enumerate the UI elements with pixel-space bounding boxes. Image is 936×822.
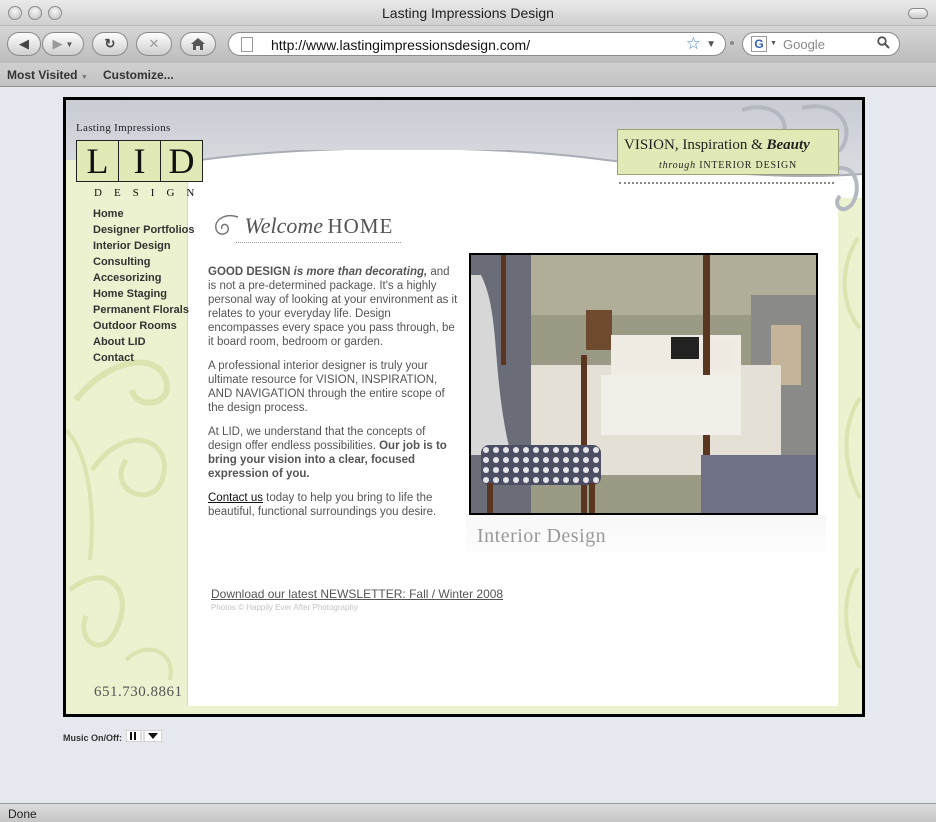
bedroom-image (471, 255, 816, 513)
flourish-ornament (66, 359, 173, 681)
window-title: Lasting Impressions Design (382, 5, 554, 21)
logo-design-word: DESIGN (94, 187, 207, 199)
tagline-box: VISION, Inspiration & Beauty through INT… (617, 129, 839, 175)
nav-about-lid[interactable]: About LID (93, 334, 194, 350)
logo-letter-i: I (118, 140, 161, 182)
tagline-sub: through INTERIOR DESIGN (658, 160, 798, 171)
back-button[interactable]: ◀ (7, 32, 41, 56)
reload-icon: ↻ (104, 36, 116, 51)
back-arrow-icon: ◀ (19, 36, 29, 51)
status-text: Done (8, 807, 37, 821)
page-icon (241, 37, 253, 52)
paragraph-professional: A professional interior designer is trul… (208, 360, 445, 414)
google-engine-icon[interactable]: G (751, 36, 767, 52)
logo-letter-d: D (160, 140, 203, 182)
bookmark-star-icon[interactable]: ☆ (686, 34, 701, 54)
nav-consulting[interactable]: Consulting (93, 254, 194, 270)
pause-icon[interactable] (130, 732, 132, 740)
nav-contact[interactable]: Contact (93, 350, 194, 366)
welcome-heading: Welcome HOME (210, 213, 393, 239)
bottom-border-decor (66, 706, 862, 714)
site-frame: Lasting Impressions L I D DESIGN Home De… (63, 97, 865, 717)
tagline-main: VISION, Inspiration & Beauty (624, 137, 810, 153)
nav-home[interactable]: Home (93, 206, 194, 222)
search-icon[interactable] (877, 36, 890, 52)
tagline-dots (619, 182, 834, 184)
home-button[interactable] (180, 32, 216, 56)
stop-icon: ✕ (148, 36, 160, 51)
photo-caption: Interior Design (477, 525, 607, 547)
nav-permanent-florals[interactable]: Permanent Florals (93, 302, 194, 318)
nav-home-staging[interactable]: Home Staging (93, 286, 194, 302)
forward-arrow-icon: ▶ (52, 36, 63, 51)
logo-letter-l: L (76, 140, 119, 182)
reload-button[interactable]: ↻ (92, 32, 128, 56)
most-visited-bookmark[interactable]: Most Visited ▼ (7, 68, 88, 82)
site-nav: Home Designer Portfolios Interior Design… (93, 206, 194, 366)
toolbar-toggle-button[interactable] (908, 8, 928, 19)
music-toggle[interactable] (126, 730, 162, 742)
paragraph-contact: Contact us today to help you bring to li… (208, 492, 437, 518)
intro-text: GOOD DESIGN is more than decorating, and… (208, 265, 460, 529)
search-input[interactable]: Google (783, 37, 825, 52)
contact-us-link[interactable]: Contact us (208, 492, 263, 504)
stop-button[interactable]: ✕ (136, 32, 172, 56)
url-text[interactable]: http://www.lastingimpressionsdesign.com/ (271, 37, 530, 53)
paragraph-at-lid: At LID, we understand that the concepts … (208, 426, 447, 480)
forward-button[interactable]: ▶ ▼ (42, 32, 84, 56)
nav-interior-design[interactable]: Interior Design (93, 238, 194, 254)
search-bar[interactable]: G ▼ Google (742, 32, 900, 56)
url-dropdown-icon[interactable]: ▼ (706, 39, 716, 50)
window-titlebar: Lasting Impressions Design (0, 0, 936, 26)
customize-bookmark[interactable]: Customize... (103, 68, 174, 82)
logo-lasting-impressions: Lasting Impressions (76, 122, 171, 134)
bookmarks-toolbar: Most Visited ▼ Customize... (0, 63, 936, 87)
right-flourish (842, 236, 862, 669)
nav-designer-portfolios[interactable]: Designer Portfolios (93, 222, 194, 238)
status-bar: Done (0, 803, 936, 822)
phone-number: 651.730.8861 (94, 684, 183, 700)
url-bar[interactable]: http://www.lastingimpressionsdesign.com/… (228, 32, 726, 56)
paragraph-good-design: GOOD DESIGN is more than decorating, and… (208, 266, 458, 348)
nav-accesorizing[interactable]: Accesorizing (93, 270, 194, 286)
swirl-icon (215, 215, 239, 235)
logo[interactable]: L I D (76, 140, 203, 182)
photo-credit: Photos © Happily Ever After Photography (211, 603, 358, 612)
home-icon (191, 38, 205, 50)
bedroom-photo (469, 253, 818, 515)
welcome-dots (236, 242, 401, 243)
newsletter-link[interactable]: Download our latest NEWSLETTER: Fall / W… (211, 587, 503, 601)
engine-dropdown-icon[interactable]: ▼ (770, 40, 777, 47)
chevron-down-icon: ▼ (80, 74, 88, 81)
nav-outdoor-rooms[interactable]: Outdoor Rooms (93, 318, 194, 334)
music-label: Music On/Off: (63, 733, 122, 743)
separator-dot (730, 41, 734, 45)
right-border-decor (838, 198, 862, 714)
history-dropdown-icon: ▼ (65, 39, 74, 49)
